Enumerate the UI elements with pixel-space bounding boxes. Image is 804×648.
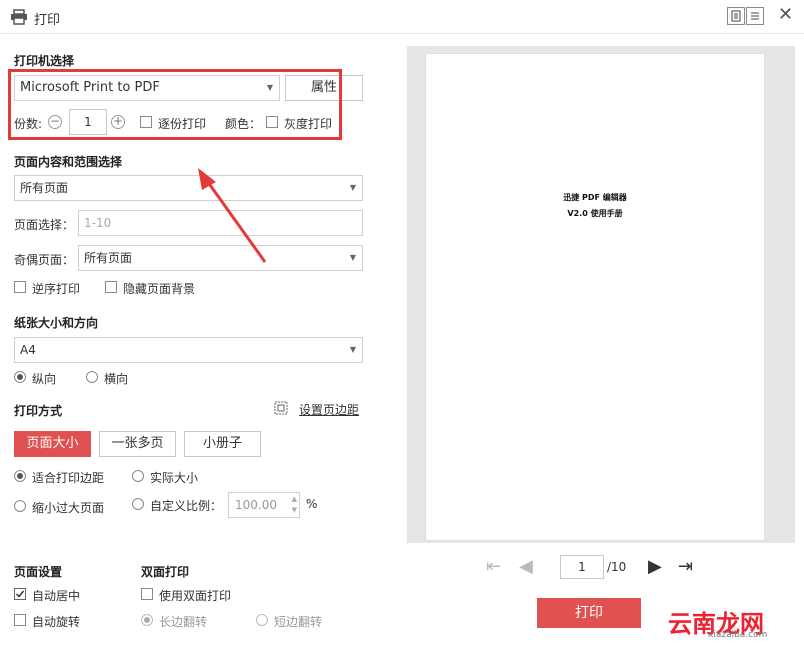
spinner-icon[interactable]: ▲ ▼ bbox=[292, 494, 297, 516]
short-edge-label: 短边翻转 bbox=[274, 615, 323, 629]
preview-line-1: 迅捷 PDF 编辑器 bbox=[563, 193, 627, 202]
fit-margin-label: 适合打印边距 bbox=[32, 471, 105, 485]
percent-label: % bbox=[306, 497, 318, 511]
single-page-view-icon[interactable] bbox=[727, 7, 745, 25]
oddeven-select-value: 所有页面 bbox=[84, 251, 133, 265]
first-page-icon[interactable]: ⇤ bbox=[486, 556, 501, 577]
margin-icon bbox=[274, 401, 288, 415]
preview-page: 迅捷 PDF 编辑器 V2.0 使用手册 bbox=[425, 53, 765, 541]
printer-icon bbox=[11, 9, 27, 25]
close-icon[interactable]: ✕ bbox=[778, 5, 793, 25]
custom-scale-value: 100.00 bbox=[235, 498, 277, 512]
page-total: /10 bbox=[607, 560, 627, 574]
shrink-radio[interactable] bbox=[14, 500, 26, 512]
paper-size-select[interactable]: A4 ▼ bbox=[14, 337, 363, 363]
auto-rotate-checkbox[interactable] bbox=[14, 614, 26, 626]
long-edge-label: 长边翻转 bbox=[159, 615, 208, 629]
reverse-label: 逆序打印 bbox=[32, 282, 81, 296]
duplex-section-title: 双面打印 bbox=[141, 565, 190, 579]
page-number-input[interactable]: 1 bbox=[560, 555, 604, 579]
landscape-radio[interactable] bbox=[86, 371, 98, 383]
content-select-value: 所有页面 bbox=[20, 181, 69, 195]
paper-size-value: A4 bbox=[20, 343, 36, 357]
actual-size-label: 实际大小 bbox=[150, 471, 199, 485]
page-setup-section-title: 页面设置 bbox=[14, 565, 63, 579]
hide-bg-label: 隐藏页面背景 bbox=[123, 282, 196, 296]
printer-section-title: 打印机选择 bbox=[14, 54, 75, 68]
hide-bg-checkbox[interactable] bbox=[105, 281, 117, 293]
oddeven-label: 奇偶页面： bbox=[14, 253, 75, 267]
reverse-checkbox[interactable] bbox=[14, 281, 26, 293]
last-page-icon[interactable]: ⇥ bbox=[678, 556, 693, 577]
actual-size-radio[interactable] bbox=[132, 470, 144, 482]
print-button[interactable]: 打印 bbox=[537, 598, 641, 628]
fit-margin-radio[interactable] bbox=[14, 470, 26, 482]
landscape-label: 横向 bbox=[104, 372, 129, 386]
custom-scale-input[interactable]: 100.00 ▲ ▼ bbox=[228, 492, 300, 518]
chevron-down-icon: ▼ bbox=[349, 253, 356, 262]
portrait-radio[interactable] bbox=[14, 371, 26, 383]
pages-label: 页面选择： bbox=[14, 218, 75, 232]
watermark-url: xiazaiba.com bbox=[708, 630, 768, 640]
auto-center-label: 自动居中 bbox=[32, 589, 81, 603]
tab-page-size[interactable]: 页面大小 bbox=[14, 431, 91, 457]
title-bar bbox=[0, 0, 804, 34]
chevron-down-icon: ▼ bbox=[349, 345, 356, 354]
use-duplex-label: 使用双面打印 bbox=[159, 589, 232, 603]
annotation-arrow-icon bbox=[198, 168, 267, 263]
tab-multi-page[interactable]: 一张多页 bbox=[99, 431, 176, 457]
window-title: 打印 bbox=[34, 13, 61, 28]
paper-section-title: 纸张大小和方向 bbox=[14, 316, 99, 330]
preview-line-2: V2.0 使用手册 bbox=[567, 209, 623, 218]
prev-page-icon[interactable]: ◀ bbox=[519, 556, 533, 577]
long-edge-radio[interactable] bbox=[141, 614, 153, 626]
auto-rotate-label: 自动旋转 bbox=[32, 615, 81, 629]
set-margin-link[interactable]: 设置页边距 bbox=[299, 401, 359, 418]
custom-scale-label: 自定义比例： bbox=[150, 499, 223, 513]
shrink-label: 缩小过大页面 bbox=[32, 501, 105, 515]
list-view-icon[interactable] bbox=[746, 7, 764, 25]
short-edge-radio[interactable] bbox=[256, 614, 268, 626]
annotation-highlight-box bbox=[8, 69, 342, 140]
mode-section-title: 打印方式 bbox=[14, 404, 63, 418]
tab-booklet[interactable]: 小册子 bbox=[184, 431, 261, 457]
custom-scale-radio[interactable] bbox=[132, 498, 144, 510]
auto-center-checkbox[interactable] bbox=[14, 588, 26, 600]
range-section-title: 页面内容和范围选择 bbox=[14, 155, 123, 169]
use-duplex-checkbox[interactable] bbox=[141, 588, 153, 600]
chevron-down-icon: ▼ bbox=[349, 183, 356, 192]
portrait-label: 纵向 bbox=[32, 372, 57, 386]
checkmark-icon bbox=[15, 590, 25, 598]
next-page-icon[interactable]: ▶ bbox=[648, 556, 662, 577]
